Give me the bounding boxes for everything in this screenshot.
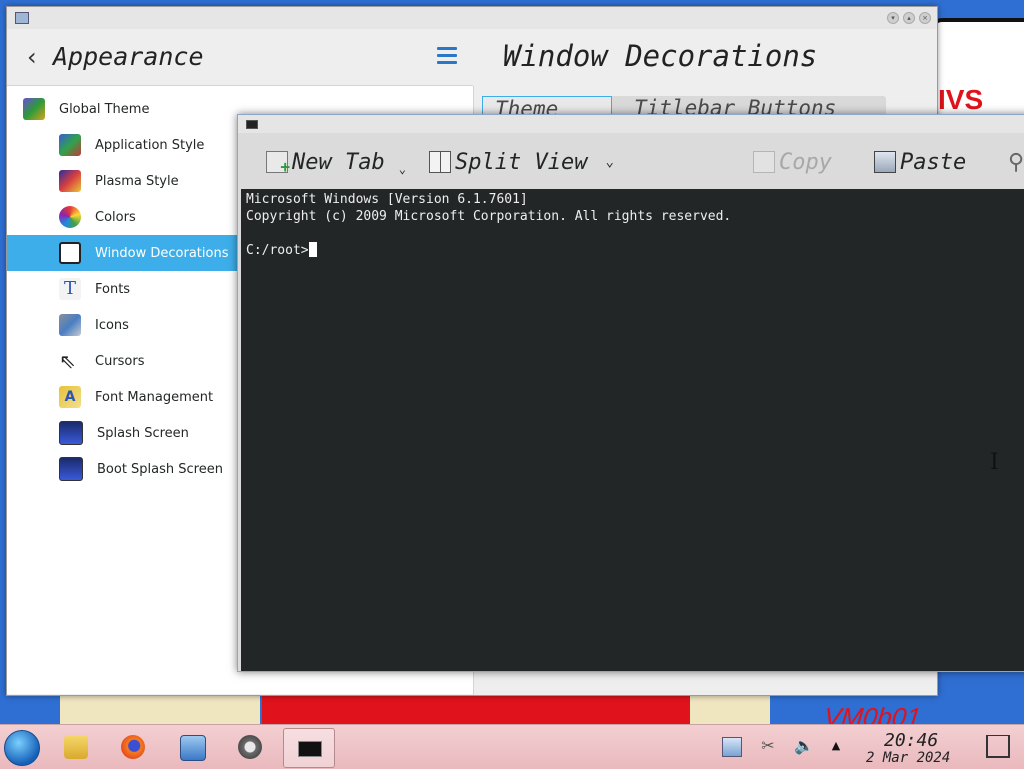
terminal-prompt: C:/root> bbox=[246, 243, 309, 258]
terminal-cursor bbox=[308, 242, 317, 257]
clipboard-icon[interactable] bbox=[722, 737, 742, 757]
settings-titlebar[interactable]: ▾ ▴ × bbox=[7, 7, 937, 29]
sidebar-item-label: Icons bbox=[95, 317, 129, 333]
mouse-ibeam-cursor: I bbox=[990, 450, 999, 475]
window-decorations-icon bbox=[59, 242, 81, 264]
icons-icon bbox=[59, 314, 81, 336]
splash-screen-icon bbox=[59, 421, 83, 445]
sidebar-item-label: Fonts bbox=[95, 281, 131, 297]
wallpaper-sign-text: IVS bbox=[938, 84, 984, 115]
sidebar-item-label: Colors bbox=[95, 209, 136, 225]
taskbar-terminal-task[interactable] bbox=[283, 728, 335, 768]
start-menu-button[interactable] bbox=[4, 730, 40, 766]
font-management-icon: A bbox=[59, 386, 81, 408]
global-theme-icon bbox=[23, 98, 45, 120]
terminal-line: Microsoft Windows [Version 6.1.7601] bbox=[246, 192, 528, 207]
plasma-style-icon bbox=[59, 170, 81, 192]
firefox-icon[interactable] bbox=[121, 735, 145, 759]
volume-icon[interactable]: 🔈 bbox=[794, 737, 814, 755]
paste-button[interactable]: Paste bbox=[874, 147, 966, 177]
minimize-button[interactable]: ▾ bbox=[887, 12, 899, 24]
maximize-button[interactable]: ▴ bbox=[903, 12, 915, 24]
clock-date[interactable]: 2 Mar 2024 bbox=[866, 750, 950, 766]
hamburger-menu-icon[interactable] bbox=[437, 47, 457, 68]
sidebar-item-label: Cursors bbox=[95, 353, 145, 369]
expand-tray-icon[interactable]: ▲ bbox=[827, 737, 845, 755]
new-tab-icon: + bbox=[266, 151, 290, 176]
file-manager-icon[interactable] bbox=[64, 735, 88, 759]
clock-time[interactable]: 20:46 bbox=[884, 730, 938, 751]
paste-label: Paste bbox=[900, 149, 967, 175]
terminal-output[interactable]: Microsoft Windows [Version 6.1.7601] Cop… bbox=[241, 189, 1024, 671]
sidebar-title: Appearance bbox=[53, 42, 204, 71]
sidebar-item-label: Font Management bbox=[95, 389, 214, 405]
scissors-icon[interactable]: ✂ bbox=[759, 737, 777, 755]
page-title: Window Decorations bbox=[503, 39, 818, 73]
paste-icon bbox=[874, 151, 896, 173]
terminal-line: Copyright (c) 2009 Microsoft Corporation… bbox=[246, 209, 732, 224]
sidebar-item-label: Plasma Style bbox=[95, 173, 179, 189]
terminal-titlebar[interactable] bbox=[238, 115, 1024, 133]
sidebar-item-label: Boot Splash Screen bbox=[97, 461, 223, 477]
copy-button[interactable]: Copy bbox=[753, 147, 832, 177]
terminal-task-icon bbox=[298, 741, 322, 757]
terminal-app-icon bbox=[246, 120, 258, 129]
settings-app-icon bbox=[15, 12, 29, 24]
colors-icon bbox=[59, 206, 81, 228]
close-button[interactable]: × bbox=[919, 12, 931, 24]
sidebar-item-label: Splash Screen bbox=[97, 425, 189, 441]
taskbar: ✂ 🔈 ▲ 20:46 2 Mar 2024 bbox=[0, 724, 1024, 769]
sidebar-item-label: Window Decorations bbox=[95, 245, 229, 261]
show-desktop-button[interactable] bbox=[986, 735, 1010, 758]
terminal-window: + New Tab ⌄ Split View ⌄ Copy Paste ⚲ Mi… bbox=[237, 114, 1024, 672]
split-view-button[interactable]: Split View ⌄ bbox=[429, 147, 614, 177]
copy-icon bbox=[753, 151, 775, 173]
split-view-icon bbox=[429, 151, 451, 173]
split-view-label: Split View bbox=[455, 149, 588, 175]
sidebar-item-label: Global Theme bbox=[59, 101, 150, 117]
new-tab-button[interactable]: + New Tab ⌄ bbox=[266, 147, 406, 177]
new-tab-dropdown-icon[interactable]: ⌄ bbox=[399, 162, 406, 176]
boot-splash-screen-icon bbox=[59, 457, 83, 481]
system-settings-icon[interactable] bbox=[180, 735, 206, 761]
application-style-icon bbox=[59, 134, 81, 156]
terminal-toolbar: + New Tab ⌄ Split View ⌄ Copy Paste ⚲ bbox=[238, 133, 1024, 189]
sidebar-item-label: Application Style bbox=[95, 137, 205, 153]
cursor-icon: ⇖ bbox=[59, 349, 76, 373]
compass-icon[interactable] bbox=[238, 735, 262, 759]
back-arrow-icon[interactable]: ‹ bbox=[27, 43, 37, 71]
sidebar-header: ‹ Appearance bbox=[7, 29, 473, 86]
copy-label: Copy bbox=[779, 149, 832, 175]
fonts-icon: T bbox=[59, 278, 81, 300]
new-tab-label: New Tab bbox=[292, 149, 385, 175]
chevron-down-icon[interactable]: ⌄ bbox=[605, 154, 613, 170]
search-icon[interactable]: ⚲ bbox=[1008, 147, 1024, 177]
